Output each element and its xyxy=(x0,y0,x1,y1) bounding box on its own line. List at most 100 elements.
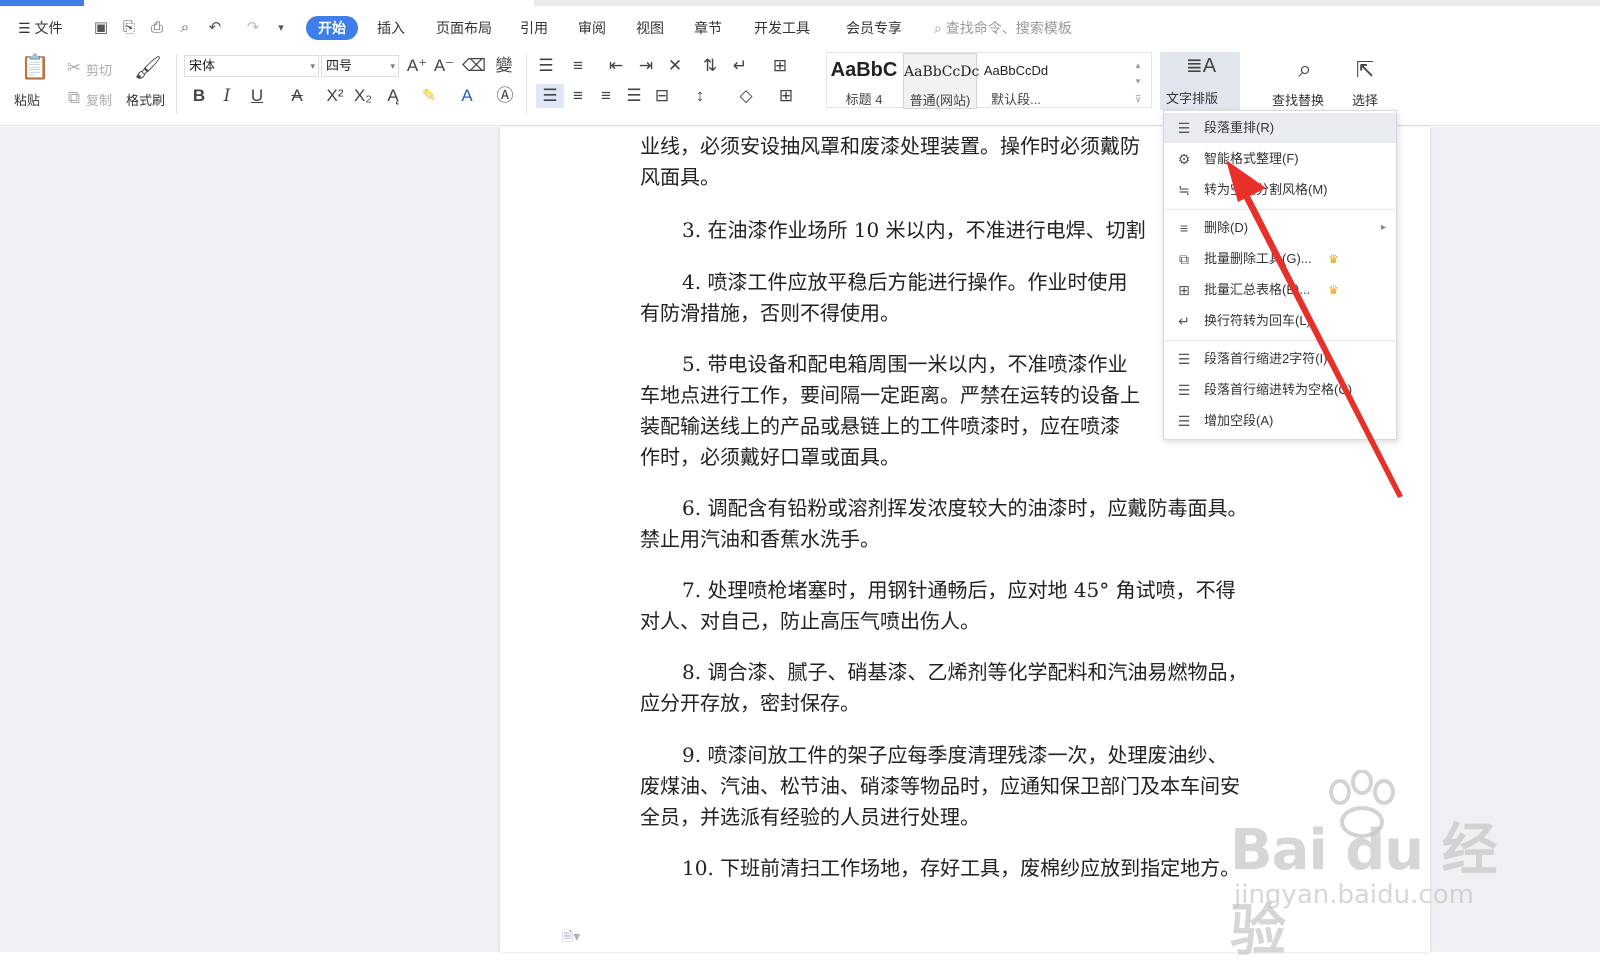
format-painter-icon[interactable]: 🖌 xyxy=(134,54,162,82)
align-left-icon[interactable]: ☰ xyxy=(538,86,562,106)
paragraph: 9. 喷漆间放工件的架子应每季度清理残漆一次，处理废油纱、 废煤油、汽油、松节油… xyxy=(640,740,1300,833)
show-marks-icon[interactable]: ↵ xyxy=(728,56,752,76)
linebreak-to-return-icon: ↵ xyxy=(1178,313,1190,329)
numbered-list-icon[interactable]: ≡ xyxy=(566,56,590,76)
typeset-label: 文字排版 xyxy=(1166,91,1219,106)
style-gallery: AaBbC 标题 4 AaBbCcDc 普通(网站) AaBbCcDd 默认段.… xyxy=(826,52,1152,109)
increase-indent-icon[interactable]: ⇥ xyxy=(634,56,658,76)
decrease-indent-icon[interactable]: ⇤ xyxy=(604,56,628,76)
tab-insert[interactable]: 插入 xyxy=(377,16,405,40)
paste-icon[interactable]: 📋 xyxy=(20,54,50,82)
chinese-layout-icon[interactable]: ✕ xyxy=(662,56,688,76)
tab-view[interactable]: 视图 xyxy=(636,16,664,40)
menu-item-linebreak-to-return[interactable]: ↵ 换行符转为回车(L) xyxy=(1164,306,1396,336)
cut-icon[interactable]: ✂ xyxy=(64,58,84,78)
command-search[interactable]: ⌕ 查找命令、搜索模板 xyxy=(934,16,1072,40)
format-painter-button[interactable]: 格式刷 xyxy=(126,90,165,109)
export-pdf-icon[interactable]: ⎘ xyxy=(120,20,138,36)
strikethrough-icon[interactable]: A xyxy=(286,86,308,106)
subscript-icon[interactable]: X₂ xyxy=(352,86,374,106)
cut-button[interactable]: 剪切 xyxy=(86,60,112,79)
select-button[interactable]: 选择 xyxy=(1352,90,1378,109)
paste-options-icon[interactable]: 🗎▾ xyxy=(562,926,580,950)
customize-quick-access-icon[interactable]: ▾ xyxy=(272,20,290,36)
table-tools-icon[interactable]: ⊞ xyxy=(768,56,792,76)
copy-icon[interactable]: ⧉ xyxy=(64,88,84,108)
tab-home[interactable]: 开始 xyxy=(306,16,358,40)
document-tab-strip[interactable] xyxy=(84,0,534,6)
style-sample: AaBbCcDd xyxy=(983,63,1049,78)
style-sample: AaBbC xyxy=(830,59,898,81)
tab-review[interactable]: 审阅 xyxy=(578,16,606,40)
print-icon[interactable]: ⎙ xyxy=(148,20,166,36)
font-grow-icon[interactable]: A⁺ xyxy=(406,56,428,76)
indent-to-space-icon: ☰ xyxy=(1177,382,1191,398)
menu-item-label: 智能格式整理(F) xyxy=(1204,151,1299,166)
underline-icon[interactable]: U xyxy=(246,86,268,106)
find-replace-button[interactable]: 查找替换 xyxy=(1272,90,1324,109)
style-name: 普通(网站) xyxy=(909,93,971,108)
smart-format-icon: ⚙ xyxy=(1177,151,1191,167)
select-cursor-icon[interactable]: ⇱ xyxy=(1352,56,1378,84)
typeset-button[interactable]: ≣A 文字排版 xyxy=(1160,52,1240,110)
style-default-paragraph[interactable]: AaBbCcDd 默认段... xyxy=(979,53,1053,109)
menu-item-add-empty-paragraph[interactable]: ☰ 增加空段(A) xyxy=(1164,406,1396,436)
menu-item-indent-two-chars[interactable]: ☰ 段落首行缩进2字符(I) xyxy=(1164,344,1396,374)
ribbon-separator xyxy=(176,54,177,114)
paragraph: 10. 下班前清扫工作场地，存好工具，废棉纱应放到指定地方。 xyxy=(640,853,1300,884)
borders-icon[interactable]: ⊞ xyxy=(774,86,798,106)
undo-icon[interactable]: ↶ xyxy=(206,20,224,36)
menu-item-smart-format[interactable]: ⚙ 智能格式整理(F) xyxy=(1164,144,1396,174)
tab-chapter[interactable]: 章节 xyxy=(694,16,722,40)
italic-icon[interactable]: I xyxy=(218,86,236,106)
menu-item-batch-delete[interactable]: ⧉ 批量删除工具(G)... ♛ xyxy=(1164,244,1396,274)
file-menu[interactable]: ☰ 文件 xyxy=(18,16,62,40)
save-icon[interactable]: ▣ xyxy=(92,20,110,36)
menu-item-batch-table[interactable]: ⊞ 批量汇总表格(B)... ♛ xyxy=(1164,275,1396,305)
tab-member[interactable]: 会员专享 xyxy=(846,16,902,40)
font-size-select[interactable]: 四号 ▾ xyxy=(321,55,399,77)
paragraph: 8. 调合漆、腻子、硝基漆、乙烯剂等化学配料和汽油易燃物品， 应分开存放，密封保… xyxy=(640,657,1300,719)
find-replace-icon[interactable]: ⌕ xyxy=(1290,56,1320,84)
font-size-value: 四号 xyxy=(326,58,353,73)
tab-developer[interactable]: 开发工具 xyxy=(754,16,810,40)
tab-references[interactable]: 引用 xyxy=(520,16,548,40)
line-spacing-icon[interactable]: ↕ xyxy=(688,86,712,106)
tab-page-layout[interactable]: 页面布局 xyxy=(436,16,492,40)
text-line: 8. 调合漆、腻子、硝基漆、乙烯剂等化学配料和汽油易燃物品， xyxy=(682,660,1248,684)
align-center-icon[interactable]: ≡ xyxy=(566,86,590,106)
font-color-icon[interactable]: A xyxy=(456,86,478,106)
style-heading-4[interactable]: AaBbC 标题 4 xyxy=(827,53,901,109)
menu-item-delete[interactable]: ≡ 删除(D) ▸ xyxy=(1164,213,1396,243)
menu-item-label: 段落首行缩进转为空格(C) xyxy=(1204,382,1353,397)
bullet-list-icon[interactable]: ☰ xyxy=(534,56,558,76)
copy-button[interactable]: 复制 xyxy=(86,90,112,109)
menu-item-indent-to-space[interactable]: ☰ 段落首行缩进转为空格(C) xyxy=(1164,375,1396,405)
paste-button[interactable]: 粘贴 xyxy=(14,90,40,109)
menu-item-paragraph-rearrange[interactable]: ☰ 段落重排(R) xyxy=(1164,113,1396,143)
menu-item-empty-paragraph-split[interactable]: ≒ 转为空段分割风格(M) xyxy=(1164,175,1396,205)
font-shrink-icon[interactable]: A⁻ xyxy=(433,56,455,76)
highlight-color-icon[interactable]: ✎ xyxy=(418,86,440,106)
distributed-align-icon[interactable]: ⊟ xyxy=(650,86,674,106)
chevron-down-icon: ▾ xyxy=(390,61,395,71)
bold-icon[interactable]: B xyxy=(190,86,208,106)
character-border-icon[interactable]: Ⓐ xyxy=(494,86,516,106)
gallery-expand-icon[interactable]: ⊽ xyxy=(1129,89,1147,109)
font-name-select[interactable]: 宋体 ▾ xyxy=(184,55,319,77)
phonetic-guide-icon[interactable]: 變 xyxy=(490,56,518,76)
delete-icon: ≡ xyxy=(1179,220,1189,236)
justify-icon[interactable]: ☰ xyxy=(622,86,646,106)
print-preview-icon[interactable]: ⌕ xyxy=(176,20,194,36)
text-effect-icon[interactable]: Ą xyxy=(382,86,404,106)
style-normal-web[interactable]: AaBbCcDc 普通(网站) xyxy=(903,53,979,109)
gallery-scroll-down-icon[interactable]: ▾ xyxy=(1129,71,1147,91)
sort-icon[interactable]: ⇅ xyxy=(698,56,722,76)
redo-icon[interactable]: ↷ xyxy=(244,20,262,36)
align-right-icon[interactable]: ≡ xyxy=(594,86,618,106)
clear-format-icon[interactable]: ⌫ xyxy=(462,56,486,76)
chevron-right-icon: ▸ xyxy=(1380,222,1386,233)
shading-icon[interactable]: ◇ xyxy=(734,86,758,106)
superscript-icon[interactable]: X² xyxy=(324,86,346,106)
command-search-placeholder: 查找命令、搜索模板 xyxy=(945,20,1072,36)
